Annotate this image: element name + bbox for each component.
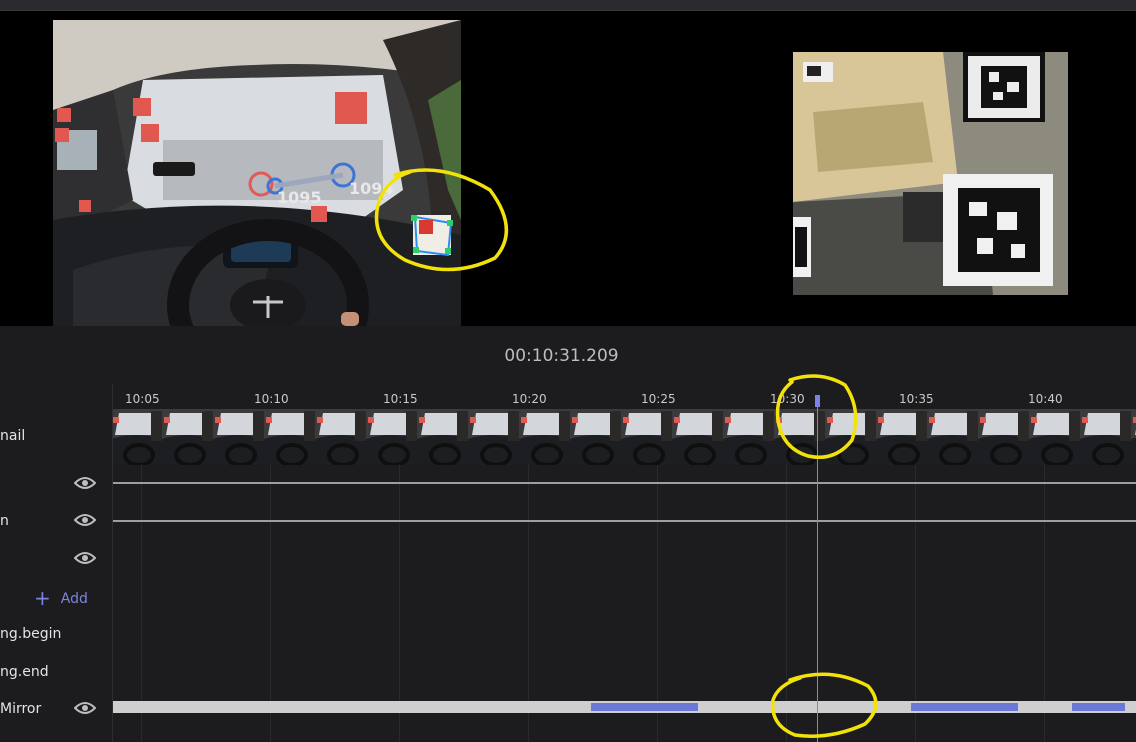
video-thumbnail[interactable] bbox=[672, 409, 724, 465]
zoomed-marker-frame bbox=[793, 52, 1068, 295]
video-thumbnail[interactable] bbox=[1131, 409, 1136, 465]
video-thumbnail[interactable] bbox=[264, 409, 316, 465]
mirror-segment[interactable] bbox=[1072, 703, 1125, 711]
add-label: Add bbox=[60, 591, 88, 607]
video-thumbnail[interactable] bbox=[366, 409, 418, 465]
time-ruler[interactable]: 10:05 10:10 10:15 10:20 10:25 10:30 10:3… bbox=[113, 384, 1136, 409]
video-thumbnail[interactable] bbox=[621, 409, 673, 465]
video-thumbnail[interactable] bbox=[519, 409, 571, 465]
video-thumbnail[interactable] bbox=[113, 409, 163, 465]
top-toolbar bbox=[0, 0, 1136, 11]
track-label-begin: ng.begin bbox=[0, 626, 62, 642]
tick-label: 10:15 bbox=[383, 392, 418, 406]
dashcam-frame bbox=[53, 20, 461, 326]
video-thumbnail[interactable] bbox=[774, 409, 826, 465]
video-thumbnail[interactable] bbox=[927, 409, 979, 465]
thumbnail-track[interactable] bbox=[113, 409, 1136, 465]
video-thumbnail[interactable] bbox=[1080, 409, 1132, 465]
track-label-2: n bbox=[0, 513, 9, 529]
zoom-detail-view bbox=[793, 52, 1068, 295]
video-thumbnail[interactable] bbox=[468, 409, 520, 465]
tick-label: 10:30 bbox=[770, 392, 805, 406]
track-label-end: ng.end bbox=[0, 664, 49, 680]
video-player-area: 1095 1094 bbox=[0, 11, 1136, 326]
main-video-frame[interactable]: 1095 1094 bbox=[53, 20, 461, 326]
annotation-label-1: 1095 bbox=[277, 188, 322, 207]
video-thumbnail[interactable] bbox=[876, 409, 928, 465]
video-thumbnail[interactable] bbox=[723, 409, 775, 465]
video-thumbnail[interactable] bbox=[162, 409, 214, 465]
annotation-label-2: 1094 bbox=[349, 179, 394, 198]
tick-label: 10:05 bbox=[125, 392, 160, 406]
eye-icon[interactable] bbox=[74, 701, 96, 715]
tick-label: 10:40 bbox=[1028, 392, 1063, 406]
playhead-handle[interactable] bbox=[815, 395, 820, 407]
track-3-line[interactable] bbox=[113, 520, 1136, 522]
eye-icon[interactable] bbox=[74, 476, 96, 490]
mirror-segment[interactable] bbox=[591, 703, 698, 711]
track-label-thumbnail: nail bbox=[0, 428, 26, 444]
add-track-button[interactable]: + Add bbox=[34, 586, 88, 610]
eye-icon[interactable] bbox=[74, 551, 96, 565]
video-thumbnail[interactable] bbox=[1029, 409, 1081, 465]
video-thumbnail[interactable] bbox=[570, 409, 622, 465]
video-thumbnail[interactable] bbox=[213, 409, 265, 465]
tick-label: 10:20 bbox=[512, 392, 547, 406]
tick-label: 10:10 bbox=[254, 392, 289, 406]
timeline-panel: nail n + Add ng.begin ng.end Mirror 10:05… bbox=[0, 384, 1136, 742]
current-timecode: 00:10:31.209 bbox=[504, 346, 619, 366]
track-label-mirror: Mirror bbox=[0, 701, 42, 717]
mirror-segment[interactable] bbox=[911, 703, 1018, 711]
playhead[interactable] bbox=[817, 395, 818, 742]
video-thumbnail[interactable] bbox=[978, 409, 1030, 465]
video-thumbnail[interactable] bbox=[417, 409, 469, 465]
tick-label: 10:25 bbox=[641, 392, 676, 406]
track-2-line[interactable] bbox=[113, 482, 1136, 484]
track-labels-column: nail n + Add ng.begin ng.end Mirror bbox=[0, 384, 113, 742]
video-thumbnail[interactable] bbox=[825, 409, 877, 465]
eye-icon[interactable] bbox=[74, 513, 96, 527]
plus-icon: + bbox=[34, 586, 51, 610]
tick-label: 10:35 bbox=[899, 392, 934, 406]
video-thumbnail[interactable] bbox=[315, 409, 367, 465]
mirror-track-bar[interactable] bbox=[113, 701, 1136, 713]
